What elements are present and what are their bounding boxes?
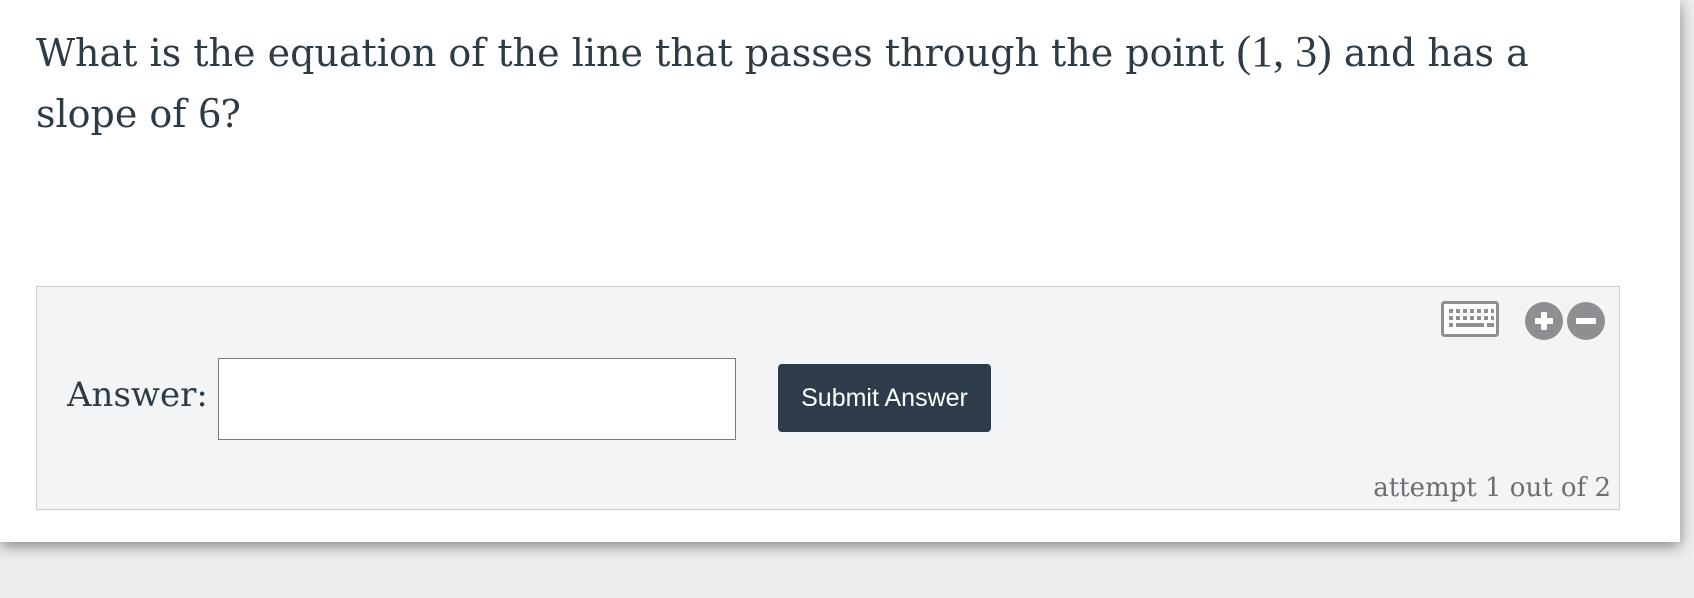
answer-panel: Answer: Submit Answer attempt 1 out of 2: [36, 286, 1620, 510]
zoom-out-icon[interactable]: [1566, 301, 1606, 341]
question-text: What is the equation of the line that pa…: [36, 22, 1636, 144]
submit-answer-button[interactable]: Submit Answer: [778, 364, 991, 432]
slope-math: 6: [198, 88, 221, 137]
keyboard-icon[interactable]: [1441, 301, 1499, 337]
answer-input[interactable]: [218, 358, 736, 440]
question-card: What is the equation of the line that pa…: [0, 0, 1680, 542]
attempt-counter: attempt 1 out of 2: [1373, 473, 1611, 503]
answer-label: Answer:: [67, 375, 208, 415]
point-math: (1, 3): [1236, 27, 1332, 76]
question-text-end: ?: [220, 92, 241, 136]
question-text-start: What is the equation of the line that pa…: [36, 31, 1237, 75]
zoom-in-icon[interactable]: [1524, 301, 1564, 341]
